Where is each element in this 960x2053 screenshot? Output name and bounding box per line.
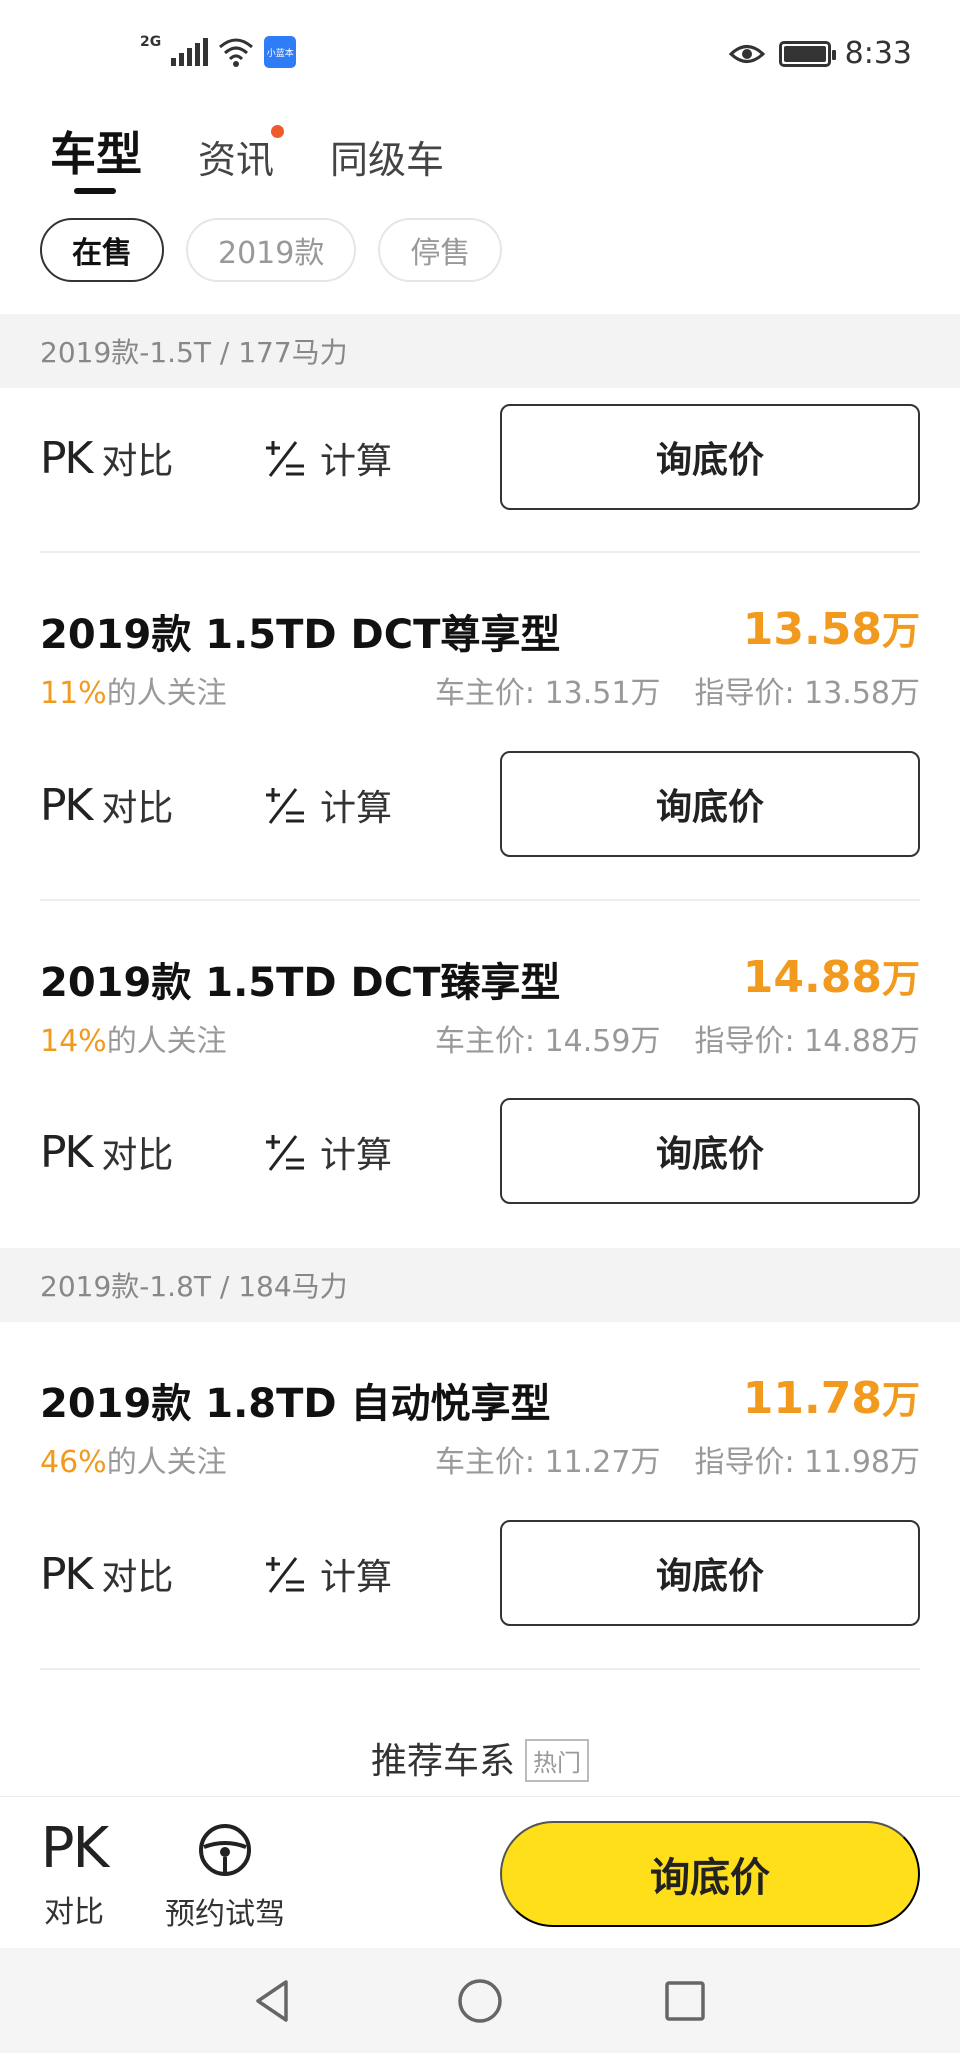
ask-price-button[interactable]: 询底价: [500, 751, 920, 857]
calculator-icon: [266, 1557, 304, 1593]
top-tabs: 车型 资讯 同级车: [50, 118, 444, 194]
price-details: 车主价: 13.51万 指导价: 13.58万: [435, 668, 920, 712]
owner-price: 车主价: 11.27万: [434, 1445, 661, 1480]
compare-button[interactable]: PK 对比: [40, 779, 173, 831]
compare-label: 对比: [101, 441, 174, 482]
home-icon[interactable]: [455, 1976, 505, 2026]
ask-price-button[interactable]: 询底价: [500, 404, 920, 510]
compare-button[interactable]: PK 对比: [40, 432, 173, 484]
calculate-label: 计算: [320, 1557, 393, 1598]
compare-label: 对比: [101, 1135, 174, 1176]
model-name: 2019款 1.5TD DCT臻享型: [40, 960, 561, 1006]
action-row: PK 对比 计算 询底价: [40, 1098, 920, 1204]
tab-active-indicator: [74, 188, 116, 194]
calculate-label: 计算: [320, 788, 393, 829]
model-item[interactable]: 2019款 1.5TD DCT尊享型 13.58万 11%的人关注 车主价: 1…: [40, 602, 920, 722]
tab-similar-cars-label: 同级车: [330, 138, 445, 182]
group-header: 2019款-1.8T / 184马力: [0, 1248, 960, 1322]
tab-news-label: 资讯: [198, 138, 275, 182]
divider: [40, 899, 920, 901]
pk-icon: PK: [40, 432, 93, 484]
bottom-compare-button[interactable]: PK 对比: [38, 1819, 110, 1931]
guide-price: 指导价: 11.98万: [694, 1445, 920, 1480]
attention-rate: 46%的人关注: [40, 1445, 227, 1480]
status-left: 2G 小蓝本: [140, 34, 297, 68]
signal-icon: [171, 38, 209, 66]
filter-discontinued[interactable]: 停售: [378, 218, 503, 282]
system-nav-bar: [0, 1948, 960, 2053]
model-price: 11.78万: [742, 1373, 920, 1424]
model-name: 2019款 1.8TD 自动悦享型: [40, 1381, 551, 1427]
recents-icon[interactable]: [660, 1976, 710, 2026]
status-right: 8:33: [728, 36, 912, 71]
test-drive-label: 预约试驾: [165, 1897, 285, 1932]
app-badge-icon: 小蓝本: [264, 36, 297, 68]
price-details: 车主价: 11.27万 指导价: 11.98万: [435, 1437, 920, 1481]
attention-rate: 11%的人关注: [40, 676, 227, 711]
compare-label: 对比: [101, 1557, 174, 1598]
model-item[interactable]: 2019款 1.5TD DCT臻享型 14.88万 14%的人关注 车主价: 1…: [40, 950, 920, 1070]
back-icon[interactable]: [248, 1976, 298, 2026]
calculate-button[interactable]: 计算: [262, 779, 392, 831]
action-row: PK 对比 计算 询底价: [40, 404, 920, 510]
bottom-ask-price-button[interactable]: 询底价: [500, 1821, 920, 1927]
owner-price: 车主价: 13.51万: [434, 676, 661, 711]
battery-icon: [778, 40, 836, 67]
guide-price: 指导价: 13.58万: [694, 676, 920, 711]
bottom-action-bar: PK 对比 预约试驾 询底价: [0, 1796, 960, 1948]
steering-wheel-icon: [199, 1824, 251, 1876]
compare-button[interactable]: PK 对比: [40, 1126, 173, 1178]
calculate-button[interactable]: 计算: [262, 1548, 392, 1600]
ask-price-button[interactable]: 询底价: [500, 1520, 920, 1626]
filter-on-sale[interactable]: 在售: [40, 218, 164, 282]
pk-icon: PK: [40, 1126, 93, 1178]
group-header: 2019款-1.5T / 177马力: [0, 314, 960, 388]
status-bar: 2G 小蓝本 8:33: [0, 0, 960, 110]
price-details: 车主价: 14.59万 指导价: 14.88万: [435, 1016, 920, 1060]
clock: 8:33: [844, 36, 912, 71]
pk-icon: PK: [40, 779, 93, 831]
calculator-icon: [266, 788, 304, 824]
ask-price-button[interactable]: 询底价: [500, 1098, 920, 1204]
model-name: 2019款 1.5TD DCT尊享型: [40, 612, 561, 658]
attention-rate: 14%的人关注: [40, 1024, 227, 1059]
pk-icon: PK: [40, 1548, 93, 1600]
calculate-button[interactable]: 计算: [262, 432, 392, 484]
calculator-icon: [266, 441, 304, 477]
model-item[interactable]: 2019款 1.8TD 自动悦享型 11.78万 46%的人关注 车主价: 11…: [40, 1371, 920, 1491]
tab-news[interactable]: 资讯: [198, 125, 285, 184]
tab-models-label: 车型: [50, 127, 142, 181]
test-drive-button[interactable]: 预约试驾: [160, 1823, 290, 1933]
divider: [40, 1668, 920, 1670]
compare-label: 对比: [101, 788, 174, 829]
notification-dot: [271, 125, 285, 138]
model-price: 13.58万: [742, 604, 920, 655]
tab-similar-cars[interactable]: 同级车: [330, 129, 444, 184]
action-row: PK 对比 计算 询底价: [40, 1520, 920, 1626]
action-row: PK 对比 计算 询底价: [40, 751, 920, 857]
hot-tag: 热门: [525, 1738, 589, 1782]
pk-icon: PK: [40, 1816, 110, 1881]
calculate-label: 计算: [320, 441, 393, 482]
compare-button[interactable]: PK 对比: [40, 1548, 173, 1600]
filter-2019[interactable]: 2019款: [186, 218, 357, 282]
wifi-icon: [219, 38, 254, 67]
eye-icon: [728, 44, 765, 63]
calculate-label: 计算: [320, 1135, 393, 1176]
owner-price: 车主价: 14.59万: [434, 1024, 661, 1059]
recommend-section-title: 推荐车系 热门: [0, 1732, 960, 1785]
filter-chips: 在售 2019款 停售: [40, 218, 503, 282]
calculate-button[interactable]: 计算: [262, 1126, 392, 1178]
bottom-compare-label: 对比: [44, 1895, 104, 1930]
calculator-icon: [266, 1135, 304, 1171]
divider: [40, 551, 920, 553]
model-price: 14.88万: [742, 952, 920, 1003]
recommend-title: 推荐车系: [370, 1741, 515, 1782]
guide-price: 指导价: 14.88万: [694, 1024, 920, 1059]
network-type: 2G: [140, 34, 162, 50]
tab-models[interactable]: 车型: [50, 118, 142, 194]
